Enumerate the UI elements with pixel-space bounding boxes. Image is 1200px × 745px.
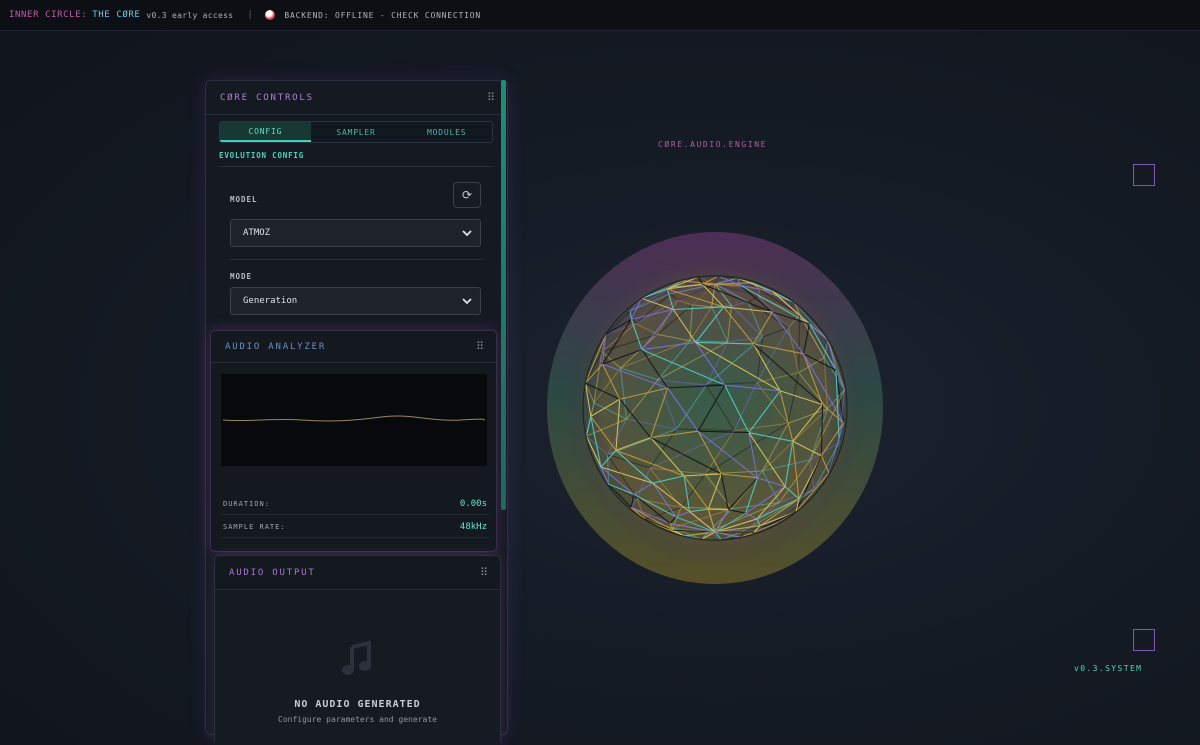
music-note-icon (342, 641, 371, 675)
mode-field: MODE Generation (230, 272, 481, 315)
divider (230, 259, 483, 260)
status-indicator-icon (265, 10, 276, 20)
system-version-label: v0.3.SYSTEM (1074, 664, 1143, 673)
refresh-models-button[interactable]: ⟳ (453, 182, 481, 208)
divider: | (247, 10, 254, 20)
mode-value: Generation (243, 296, 298, 306)
backend-status: BACKEND: OFFLINE - CHECK CONNECTION (284, 10, 481, 20)
wireframe-sphere-visualizer[interactable] (545, 228, 885, 588)
audio-analyzer-panel: AUDIO ANALYZER ⠿ DURATION: 0.00s SAMPLE … (210, 330, 497, 552)
output-header[interactable]: AUDIO OUTPUT ⠿ (215, 556, 500, 590)
sample-rate-label: SAMPLE RATE: (223, 522, 286, 531)
brand-subtitle: THE CØRE (92, 10, 141, 20)
output-empty-state: NO AUDIO GENERATED Configure parameters … (215, 591, 500, 745)
tab-config[interactable]: CONFIG (220, 122, 311, 142)
model-select[interactable]: ATMOZ (230, 219, 481, 247)
sample-rate-row: SAMPLE RATE: 48kHz (221, 516, 489, 538)
duration-value: 0.00s (459, 498, 487, 509)
top-bar: INNER CIRCLE: THE CØRE v0.3 early access… (0, 0, 1200, 31)
analyzer-header[interactable]: AUDIO ANALYZER ⠿ (211, 331, 496, 363)
tab-modules[interactable]: MODULES (401, 122, 492, 142)
model-value: ATMOZ (243, 228, 271, 238)
chevron-down-icon (462, 230, 472, 237)
controls-tabs: CONFIG SAMPLER MODULES (219, 121, 493, 143)
empty-hint: Configure parameters and generate (278, 715, 437, 724)
refresh-icon: ⟳ (461, 188, 473, 202)
model-label: MODEL (230, 195, 258, 204)
audio-output-panel: AUDIO OUTPUT ⠿ NO AUDIO GENERATED Config… (214, 555, 501, 745)
corner-marker-bottom (1133, 629, 1155, 651)
duration-label: DURATION: (223, 499, 270, 508)
chevron-down-icon (462, 298, 472, 305)
mesh-edge (708, 508, 729, 511)
model-field: MODEL ⟳ ATMOZ (230, 182, 481, 247)
tab-sampler[interactable]: SAMPLER (311, 122, 402, 142)
waveform-display (221, 374, 487, 466)
controls-title: CØRE CONTROLS (220, 92, 314, 103)
analyzer-title: AUDIO ANALYZER (225, 341, 327, 352)
mode-select[interactable]: Generation (230, 287, 481, 315)
drag-handle-icon[interactable]: ⠿ (480, 566, 488, 579)
mode-label: MODE (230, 272, 253, 281)
brand-title: INNER CIRCLE: (9, 10, 88, 20)
empty-title: NO AUDIO GENERATED (294, 699, 421, 710)
version-label: v0.3 early access (146, 10, 234, 20)
duration-row: DURATION: 0.00s (221, 493, 489, 515)
sample-rate-value: 48kHz (459, 521, 487, 532)
output-title: AUDIO OUTPUT (229, 567, 316, 578)
corner-marker-top (1133, 164, 1155, 186)
waveform-line (222, 415, 486, 422)
drag-handle-icon[interactable]: ⠿ (476, 340, 484, 353)
section-title: EVOLUTION CONFIG (219, 151, 493, 167)
panel-scrollbar[interactable] (501, 80, 506, 510)
drag-handle-icon[interactable]: ⠿ (487, 91, 495, 104)
controls-header[interactable]: CØRE CONTROLS ⠿ (206, 81, 507, 115)
engine-label: CØRE.AUDIO.ENGINE (658, 140, 768, 149)
